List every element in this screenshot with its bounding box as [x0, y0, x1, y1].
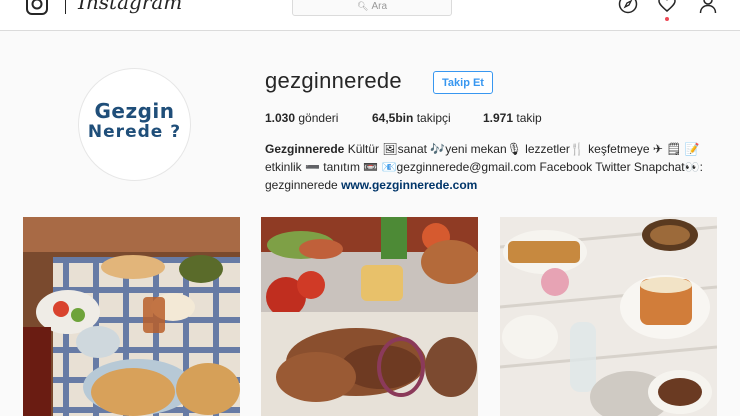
- instagram-wordmark[interactable]: Instagram: [78, 0, 182, 14]
- grilled-meat-platter-photo: [261, 217, 478, 416]
- followers-label: takipçi: [416, 111, 451, 125]
- website-link[interactable]: www.gezginnerede.com: [341, 178, 477, 192]
- avatar-logo-line1: Gezgin: [94, 99, 175, 123]
- bio-line-3: gezginnerede www.gezginnerede.com: [265, 176, 735, 194]
- dessert-table-photo: [500, 217, 717, 416]
- avatar-logo-line2: Nerede ?: [87, 122, 182, 142]
- follow-button[interactable]: Takip Et: [433, 71, 493, 94]
- logo-divider: [65, 0, 66, 14]
- following-count: 1.971: [483, 111, 514, 125]
- following-label: takip: [516, 111, 542, 125]
- post-tile-grill[interactable]: [261, 217, 478, 416]
- profile-username: gezginnerede: [265, 68, 402, 93]
- heart-icon[interactable]: [657, 0, 677, 14]
- search-placeholder: Ara: [371, 1, 387, 12]
- post-tile-breakfast[interactable]: [23, 217, 240, 416]
- bio-text-line2: etkinlik ➖ tanıtım 📼 📧gezginnerede@gmail…: [265, 160, 703, 174]
- post-tile-dessert[interactable]: [500, 217, 717, 416]
- profile-avatar[interactable]: Gezgin Nerede ?: [78, 68, 191, 181]
- bio-line-1: Gezginnerede Kültür 🖼sanat 🎶yeni mekan🎙 …: [265, 140, 735, 158]
- camera-logo-icon[interactable]: [25, 0, 49, 16]
- breakfast-spread-photo: [23, 217, 240, 416]
- bio-text-line3: gezginnerede: [265, 178, 338, 192]
- search-icon: 🔍︎: [357, 1, 369, 11]
- followers-count: 64,5bin: [372, 111, 414, 125]
- bio-text-line1: Kültür 🖼sanat 🎶yeni mekan🎙 lezzetler🍴 ke…: [347, 142, 700, 156]
- profile-bio: Gezginnerede Kültür 🖼sanat 🎶yeni mekan🎙 …: [265, 140, 735, 194]
- compass-icon[interactable]: [618, 0, 638, 14]
- person-icon[interactable]: [698, 0, 718, 14]
- search-input[interactable]: 🔍︎ Ara: [292, 0, 452, 16]
- posts-count: 1.030: [265, 111, 296, 125]
- notification-dot: [665, 17, 669, 21]
- top-navigation-bar: Instagram 🔍︎ Ara: [0, 0, 740, 31]
- followers-stat[interactable]: 64,5bin takipçi: [372, 111, 451, 125]
- posts-label: gönderi: [298, 111, 339, 125]
- following-stat[interactable]: 1.971 takip: [483, 111, 542, 125]
- posts-stat: 1.030 gönderi: [265, 111, 338, 125]
- bio-display-name: Gezginnerede: [265, 142, 345, 156]
